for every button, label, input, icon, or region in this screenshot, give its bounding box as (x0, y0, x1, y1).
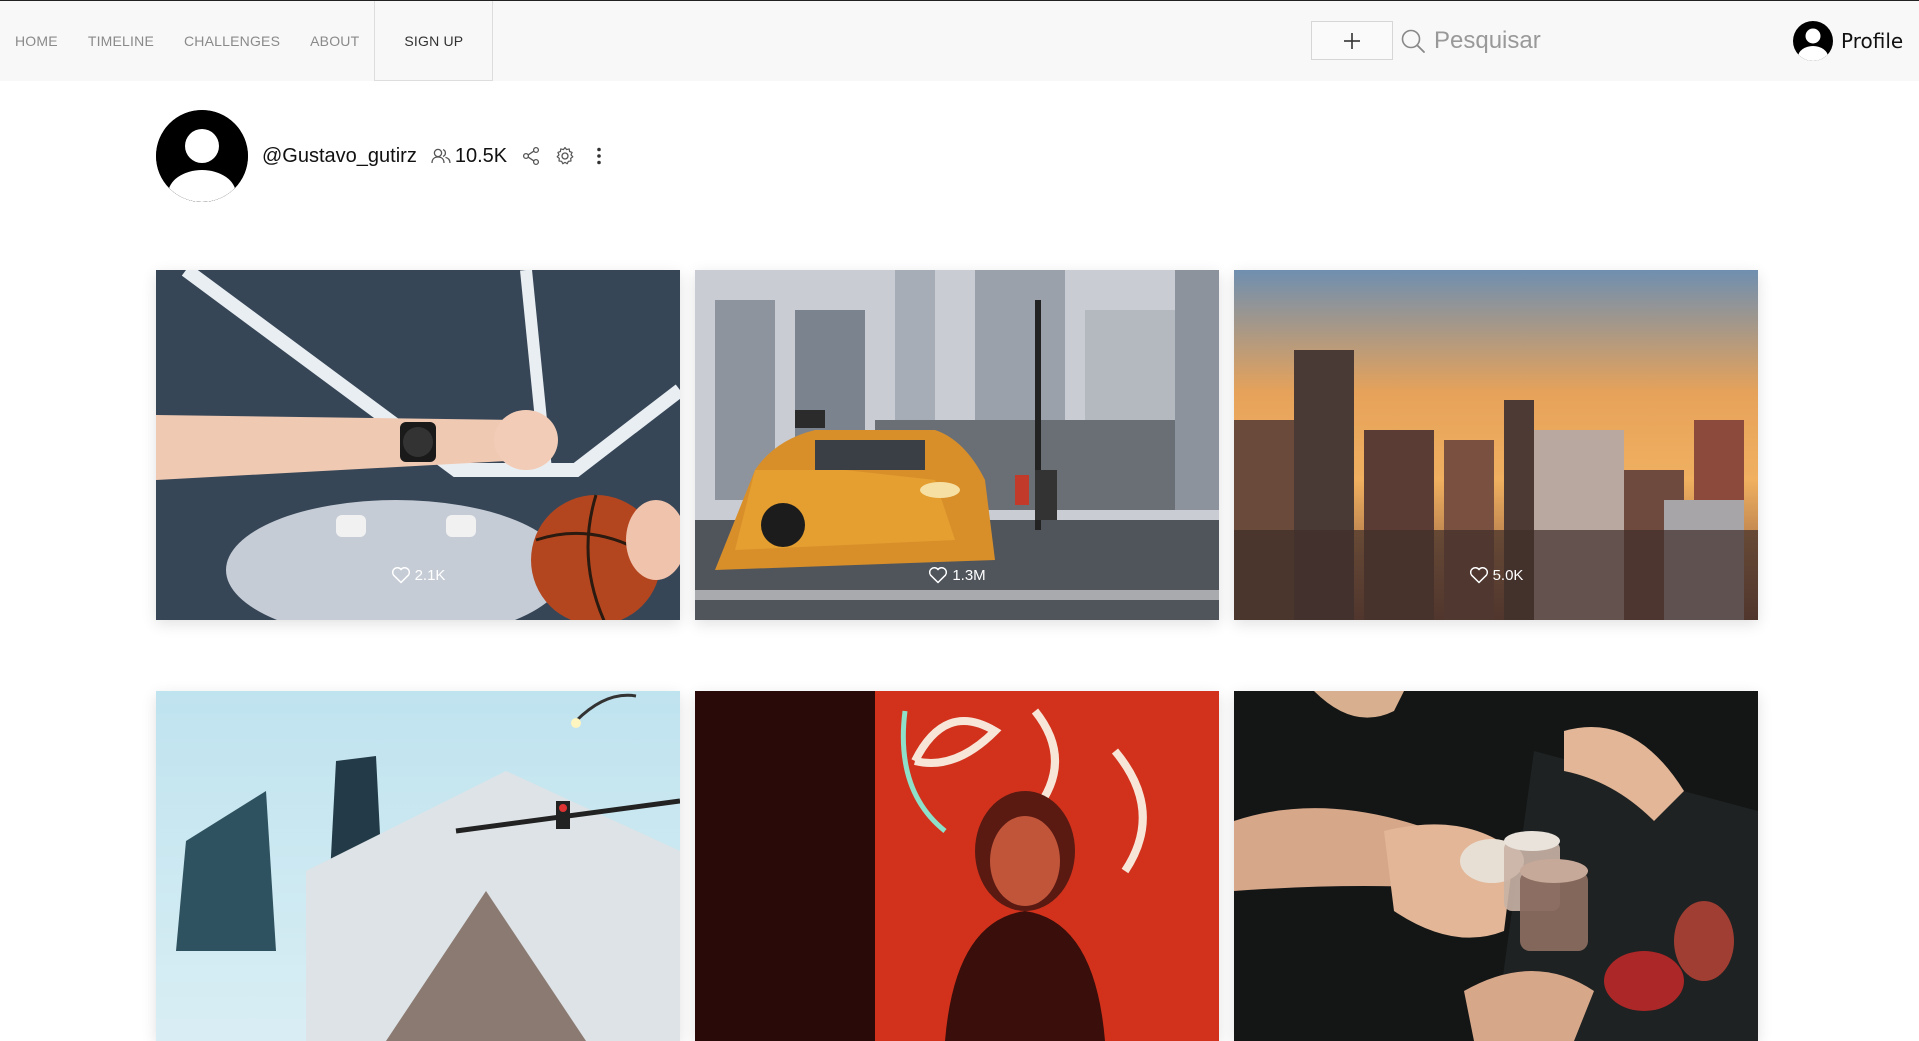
search-bar (1400, 21, 1674, 61)
heart-icon (391, 567, 410, 584)
more-vertical-icon (597, 147, 601, 165)
post-image (1234, 691, 1758, 1041)
add-post-button[interactable] (1311, 21, 1393, 60)
users-icon (431, 148, 451, 164)
nav-item-about[interactable]: ABOUT (295, 1, 374, 81)
post-card[interactable]: 1.3M (695, 270, 1219, 620)
followers-count: 10.5K (454, 144, 508, 167)
avatar[interactable] (156, 110, 248, 202)
share-icon (523, 146, 540, 166)
likes-count: 5.0K (1492, 566, 1524, 584)
navbar: HOME TIMELINE CHALLENGES ABOUT SIGN UP P… (0, 1, 1919, 81)
plus-icon (1344, 32, 1360, 49)
post-card[interactable]: 2.1K (156, 270, 680, 620)
nav-item-home[interactable]: HOME (0, 1, 73, 81)
settings-button[interactable] (555, 146, 575, 166)
nav-menu: HOME TIMELINE CHALLENGES ABOUT SIGN UP (0, 1, 494, 81)
profile-link[interactable]: Profile (1793, 21, 1903, 61)
user-avatar-icon (156, 110, 248, 202)
user-header: @Gustavo_gutirz 10.5K (156, 110, 609, 202)
post-image (156, 691, 680, 1041)
post-card[interactable]: 5.0K (1234, 270, 1758, 620)
nav-item-timeline[interactable]: TIMELINE (73, 1, 169, 81)
profile-label: Profile (1841, 29, 1904, 53)
share-button[interactable] (521, 146, 541, 166)
likes-count: 1.3M (952, 566, 986, 584)
more-options-button[interactable] (589, 146, 609, 166)
nav-item-challenges[interactable]: CHALLENGES (169, 1, 295, 81)
gear-icon (556, 146, 574, 165)
post-card[interactable] (695, 691, 1219, 1041)
search-input[interactable] (1434, 27, 1674, 55)
likes-counter[interactable]: 2.1K (156, 566, 680, 584)
likes-counter[interactable]: 5.0K (1234, 566, 1758, 584)
likes-count: 2.1K (414, 566, 446, 584)
sign-up-link[interactable]: SIGN UP (374, 1, 494, 81)
post-card[interactable] (156, 691, 680, 1041)
search-icon (1401, 29, 1425, 53)
likes-counter[interactable]: 1.3M (695, 566, 1219, 584)
username: @Gustavo_gutirz (262, 144, 417, 167)
post-card[interactable] (1234, 691, 1758, 1041)
heart-icon (1469, 567, 1488, 584)
avatar-icon (1793, 21, 1833, 61)
followers-count-group[interactable]: 10.5K (431, 145, 507, 168)
heart-icon (929, 567, 948, 584)
post-image (695, 691, 1219, 1041)
